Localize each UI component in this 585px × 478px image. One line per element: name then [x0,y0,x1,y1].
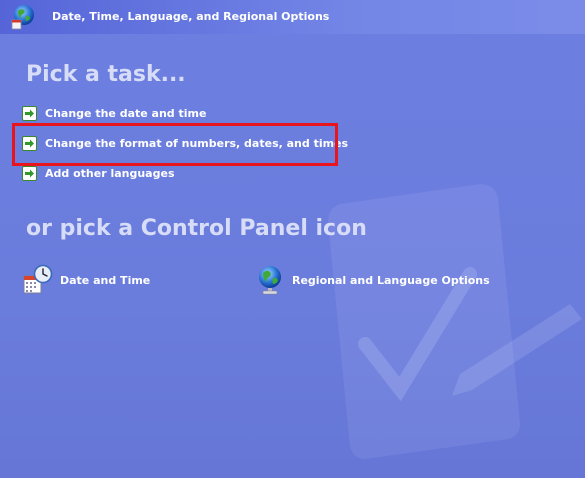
cp-item-regional-language[interactable]: Regional and Language Options [254,264,490,296]
calendar-clock-icon [23,264,53,294]
cp-item-date-and-time[interactable]: Date and Time [22,264,150,296]
green-arrow-icon [22,105,37,121]
window-title: Date, Time, Language, and Regional Optio… [52,10,330,23]
globe-icon [11,5,34,30]
task-pane: Pick a task... Change the date and time … [0,34,585,478]
task-label: Add other languages [45,166,175,180]
cp-item-label: Regional and Language Options [292,273,490,287]
header-bar: Date, Time, Language, and Regional Optio… [0,0,585,34]
control-panel-heading: or pick a Control Panel icon [26,216,367,241]
globe-icon [259,266,281,295]
cp-item-label: Date and Time [60,273,151,287]
task-add-languages[interactable]: Add other languages [22,165,175,181]
task-change-date-time[interactable]: Change the date and time [22,105,206,121]
highlight-box [12,123,338,166]
green-arrow-icon [22,165,37,181]
task-label: Change the date and time [45,106,207,120]
pick-task-heading: Pick a task... [26,62,186,87]
